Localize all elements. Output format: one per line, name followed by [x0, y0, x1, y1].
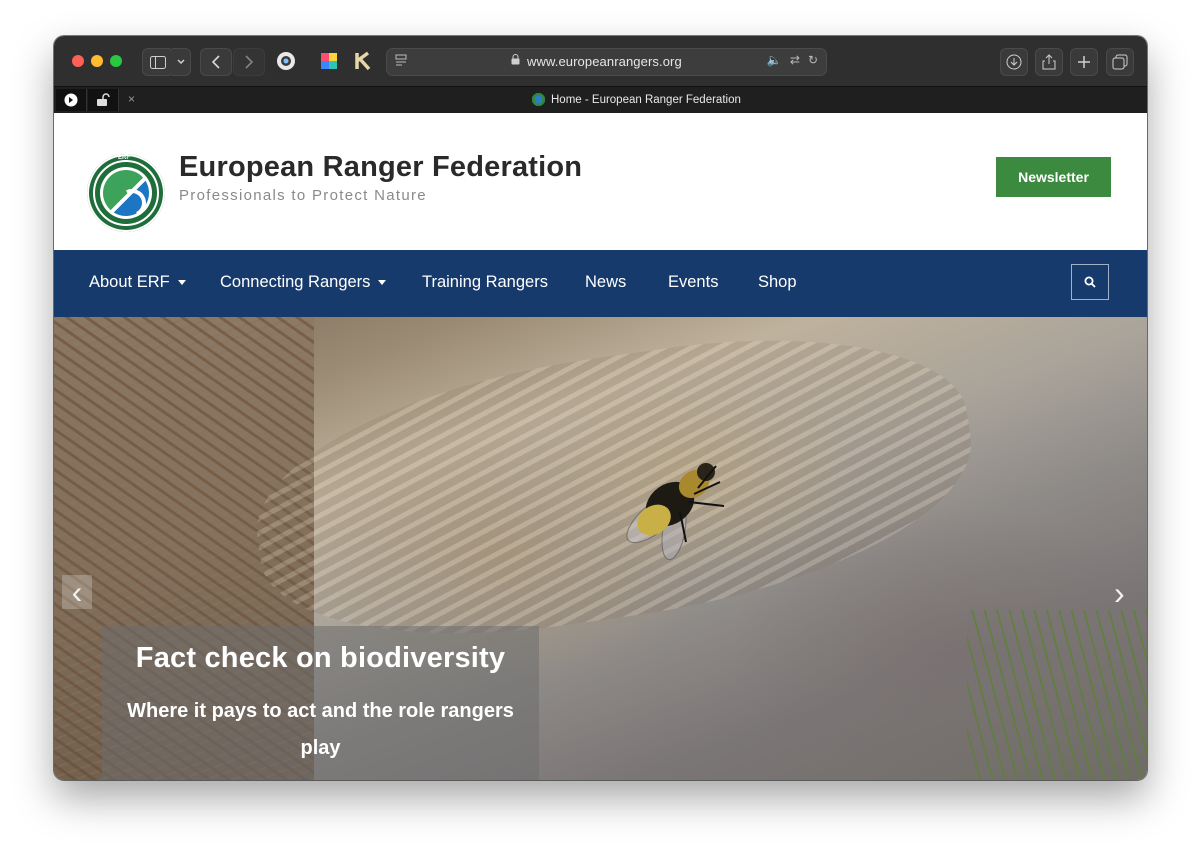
share-button[interactable] — [1035, 48, 1063, 76]
logo-text: ERF — [118, 155, 130, 161]
extension-color-icon — [321, 53, 337, 69]
address-bar[interactable]: www.europeanrangers.org 🔈 ⇄ ↻ — [386, 48, 827, 76]
nav-item-about-erf[interactable]: About ERF — [89, 273, 186, 292]
tab-overview-button[interactable] — [1106, 48, 1134, 76]
site-tagline: Professionals to Protect Nature — [179, 187, 427, 204]
tabs-overview-icon — [1112, 54, 1128, 70]
lock-icon — [511, 54, 520, 68]
reader-icon[interactable] — [395, 54, 409, 68]
nav-item-news[interactable]: News — [585, 273, 626, 292]
nav-item-training-rangers[interactable]: Training Rangers — [422, 273, 548, 292]
forward-button[interactable] — [233, 48, 265, 76]
sidebar-icon — [150, 55, 166, 69]
zoom-window-button[interactable] — [110, 55, 122, 67]
site-favicon-icon — [532, 93, 545, 106]
url-text: www.europeanrangers.org — [527, 54, 682, 69]
hero-slider: ‹ › Fact check on biodiversity Where it … — [54, 317, 1147, 780]
tab-bar: × Home - European Ranger Federation — [54, 86, 1147, 114]
hero-image-grass — [967, 610, 1147, 780]
close-window-button[interactable] — [72, 55, 84, 67]
chevron-left-icon: ‹ — [71, 573, 83, 610]
plus-icon — [1078, 56, 1090, 68]
minimize-window-button[interactable] — [91, 55, 103, 67]
search-button[interactable] — [1071, 264, 1109, 300]
sidebar-toggle-button[interactable] — [142, 48, 174, 76]
slider-prev-button[interactable]: ‹ — [62, 573, 92, 610]
chevron-right-icon: › — [1114, 575, 1125, 611]
slide-caption: Fact check on biodiversity Where it pays… — [102, 626, 539, 780]
unlock-icon — [97, 93, 110, 106]
site-header: ERF European Ranger Federation Professio… — [54, 113, 1147, 250]
new-tab-button[interactable] — [1070, 48, 1098, 76]
back-icon — [212, 55, 220, 69]
nav-item-connecting-rangers[interactable]: Connecting Rangers — [220, 273, 387, 292]
nav-item-events[interactable]: Events — [668, 273, 718, 292]
browser-toolbar: www.europeanrangers.org 🔈 ⇄ ↻ — [54, 36, 1147, 86]
pinned-site-icon — [64, 93, 78, 107]
slide-subtitle: Where it pays to act and the role ranger… — [127, 700, 514, 759]
k-icon — [355, 51, 371, 71]
site-title[interactable]: European Ranger Federation — [179, 151, 582, 184]
close-tab-icon[interactable]: × — [128, 92, 135, 106]
share-icon — [1042, 54, 1056, 70]
chevron-down-icon — [177, 59, 185, 65]
speaker-icon[interactable]: 🔈 — [767, 53, 782, 67]
slider-next-button[interactable]: › — [1114, 575, 1125, 612]
k-extension-button[interactable] — [351, 48, 377, 74]
forward-icon — [245, 55, 253, 69]
sidebar-menu-button[interactable] — [172, 48, 191, 76]
extension-icon — [277, 52, 295, 70]
tab-title: Home - European Ranger Federation — [551, 93, 741, 106]
reload-icon[interactable]: ↻ — [808, 53, 818, 67]
caret-down-icon — [177, 280, 186, 285]
download-icon — [1006, 54, 1022, 70]
download-button[interactable] — [1000, 48, 1028, 76]
back-button[interactable] — [200, 48, 232, 76]
extension-color-button[interactable] — [316, 48, 342, 74]
browser-window: www.europeanrangers.org 🔈 ⇄ ↻ × Home - E… — [54, 36, 1147, 780]
extension-button[interactable] — [273, 48, 299, 74]
translate-icon[interactable]: ⇄ — [790, 53, 800, 67]
newsletter-button[interactable]: Newsletter — [996, 157, 1111, 197]
pinned-tab-2[interactable] — [88, 89, 119, 111]
slide-title[interactable]: Fact check on biodiversity — [102, 642, 539, 675]
search-icon — [1084, 276, 1096, 288]
active-tab[interactable]: Home - European Ranger Federation — [532, 93, 741, 106]
caret-down-icon — [378, 280, 387, 285]
erf-logo[interactable]: ERF — [87, 154, 165, 232]
fly-image — [626, 463, 725, 561]
nav-item-shop[interactable]: Shop — [758, 273, 797, 292]
pinned-tab-1[interactable] — [56, 89, 87, 111]
main-navigation: About ERF Connecting Rangers Training Ra… — [54, 250, 1147, 317]
